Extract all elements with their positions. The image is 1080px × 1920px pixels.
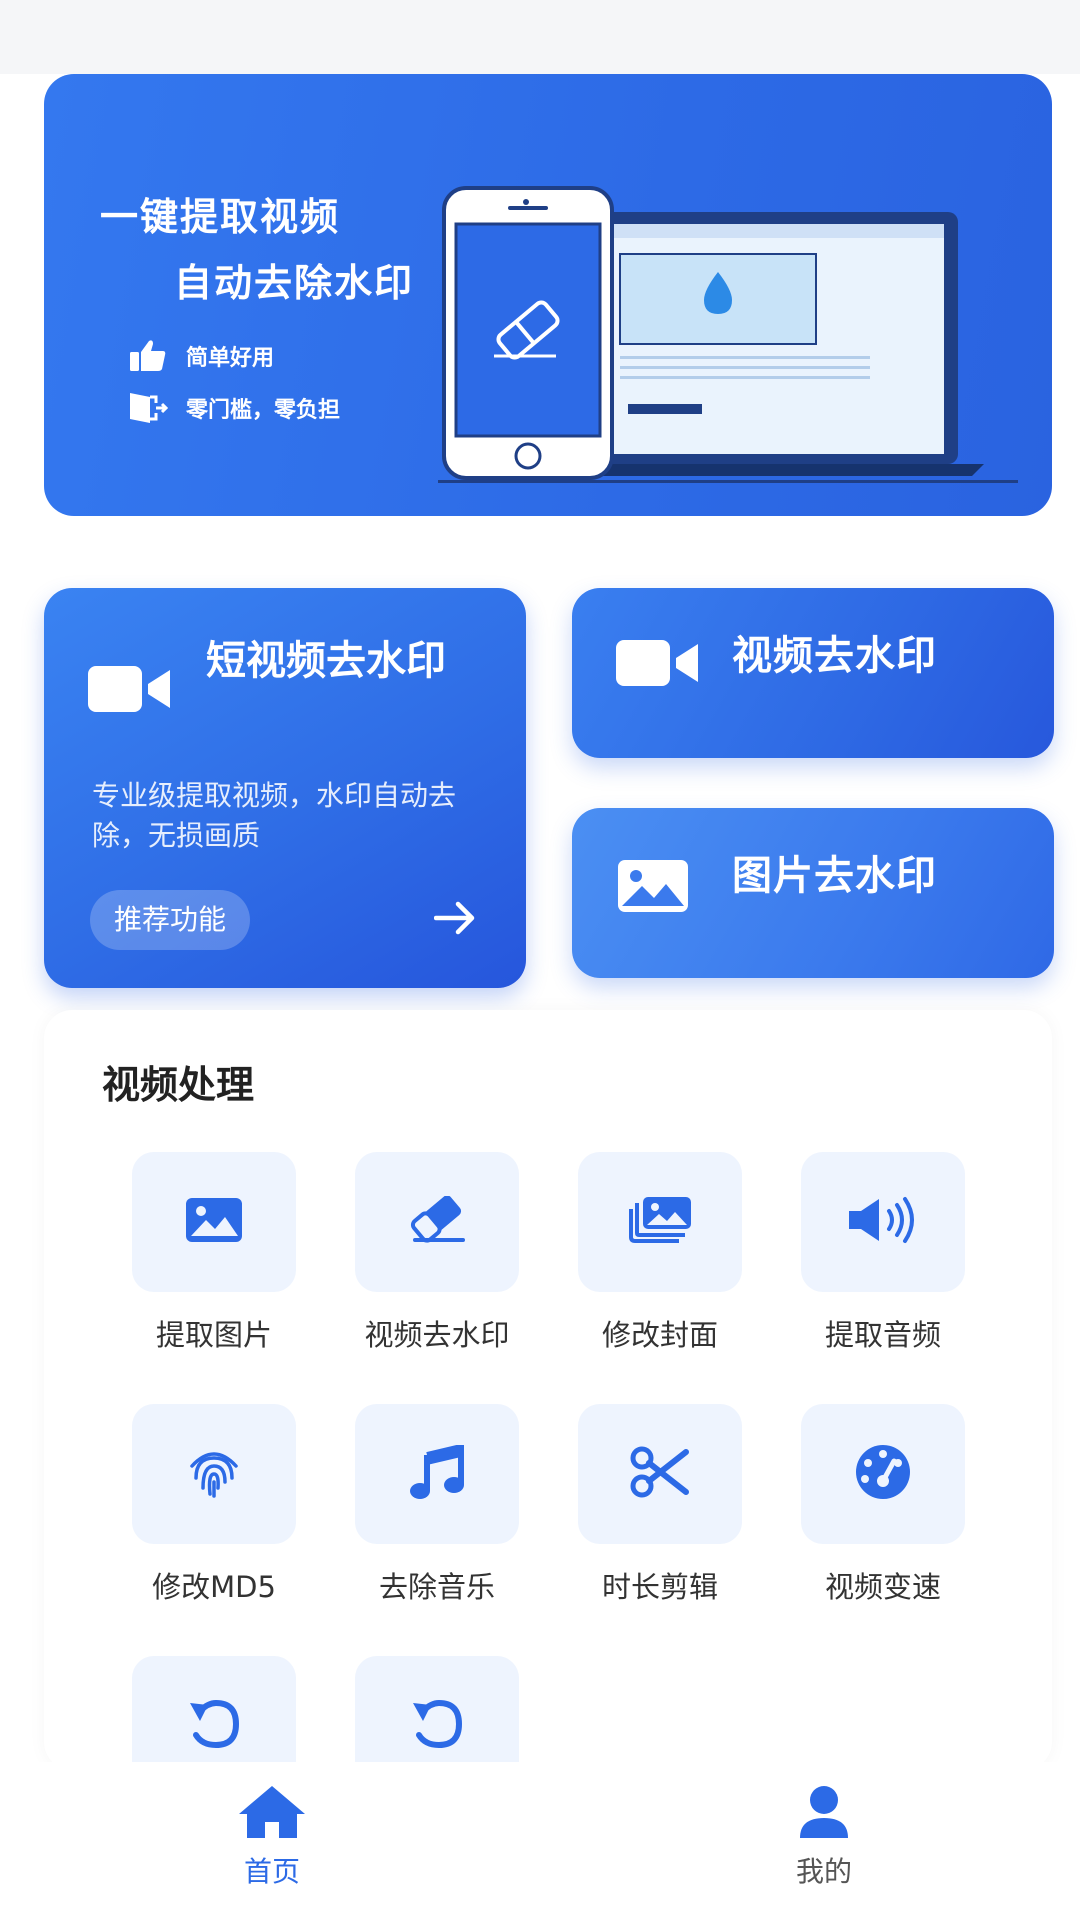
devices-illustration	[438, 186, 1018, 483]
nav-mine[interactable]: 我的	[724, 1784, 924, 1890]
nav-label: 首页	[243, 1855, 300, 1888]
tool-trim-duration[interactable]: 时长剪辑	[550, 1404, 770, 1606]
fingerprint-icon	[184, 1444, 244, 1504]
nav-home[interactable]: 首页	[172, 1784, 372, 1890]
tool-edit-cover[interactable]: 修改封面	[550, 1152, 770, 1354]
image-icon	[184, 1196, 244, 1248]
banner-feature-label: 简单好用	[186, 346, 275, 371]
tool-label: 修改封面	[601, 1318, 718, 1352]
speaker-icon	[845, 1195, 921, 1249]
hero-banner[interactable]: 一键提取视频 自动去除水印 简单好用 零门槛，零负担	[44, 74, 1052, 516]
tool-label: 提取音频	[824, 1318, 941, 1352]
banner-title-line1: 一键提取视频	[100, 195, 341, 239]
tool-modify-md5[interactable]: 修改MD5	[104, 1404, 324, 1606]
card-description: 专业级提取视频，水印自动去除，无损画质	[92, 779, 457, 852]
tool-label: 视频去水印	[364, 1318, 510, 1352]
section-title: 视频处理	[102, 1063, 255, 1107]
tool-label: 修改MD5	[152, 1570, 276, 1604]
arrow-right-icon	[433, 900, 476, 940]
banner-feature-easy: 简单好用	[128, 338, 274, 374]
tool-extract-audio[interactable]: 提取音频	[773, 1152, 993, 1354]
thumbs-up-icon	[128, 338, 168, 374]
tool-rotate-2[interactable]	[327, 1656, 547, 1770]
bottom-nav: 首页 我的	[0, 1762, 1080, 1920]
speedometer-icon	[854, 1443, 912, 1505]
eraser-icon	[407, 1195, 467, 1248]
short-video-watermark-card[interactable]: 短视频去水印 专业级提取视频，水印自动去除，无损画质 推荐功能	[44, 588, 526, 988]
scissors-icon	[630, 1446, 690, 1502]
user-icon	[796, 1786, 852, 1844]
exit-door-icon	[128, 390, 168, 426]
card-label: 图片去水印	[732, 853, 937, 899]
banner-feature-label: 零门槛，零负担	[186, 398, 341, 423]
music-note-icon	[409, 1443, 465, 1503]
tool-label: 视频变速	[824, 1570, 941, 1604]
card-label: 视频去水印	[732, 633, 937, 679]
home-icon	[237, 1786, 307, 1844]
banner-feature-zero: 零门槛，零负担	[128, 390, 340, 426]
card-title: 短视频去水印	[206, 638, 446, 684]
recommended-badge: 推荐功能	[90, 890, 251, 950]
photo-stack-icon	[627, 1195, 693, 1249]
tool-label: 时长剪辑	[601, 1570, 718, 1604]
tool-label: 提取图片	[155, 1318, 272, 1352]
video-camera-icon	[88, 664, 172, 718]
tool-rotate-1[interactable]	[104, 1656, 324, 1770]
image-icon	[616, 858, 690, 918]
video-watermark-card[interactable]: 视频去水印	[572, 588, 1054, 758]
tool-remove-music[interactable]: 去除音乐	[327, 1404, 547, 1606]
image-watermark-card[interactable]: 图片去水印	[572, 808, 1054, 978]
tool-video-watermark[interactable]: 视频去水印	[327, 1152, 547, 1354]
tool-video-speed[interactable]: 视频变速	[773, 1404, 993, 1606]
tool-extract-image[interactable]: 提取图片	[104, 1152, 324, 1354]
tool-label: 去除音乐	[378, 1570, 495, 1604]
rotate-icon	[409, 1699, 465, 1753]
banner-title-line2: 自动去除水印	[174, 261, 415, 305]
video-processing-panel: 视频处理 提取图片 视频去水印 修改封面 提取音频 修改MD5 去除音乐 时长剪…	[44, 1010, 1052, 1770]
video-camera-icon	[616, 638, 700, 692]
status-bar	[0, 0, 1080, 74]
nav-label: 我的	[795, 1855, 852, 1888]
rotate-icon	[186, 1699, 242, 1753]
